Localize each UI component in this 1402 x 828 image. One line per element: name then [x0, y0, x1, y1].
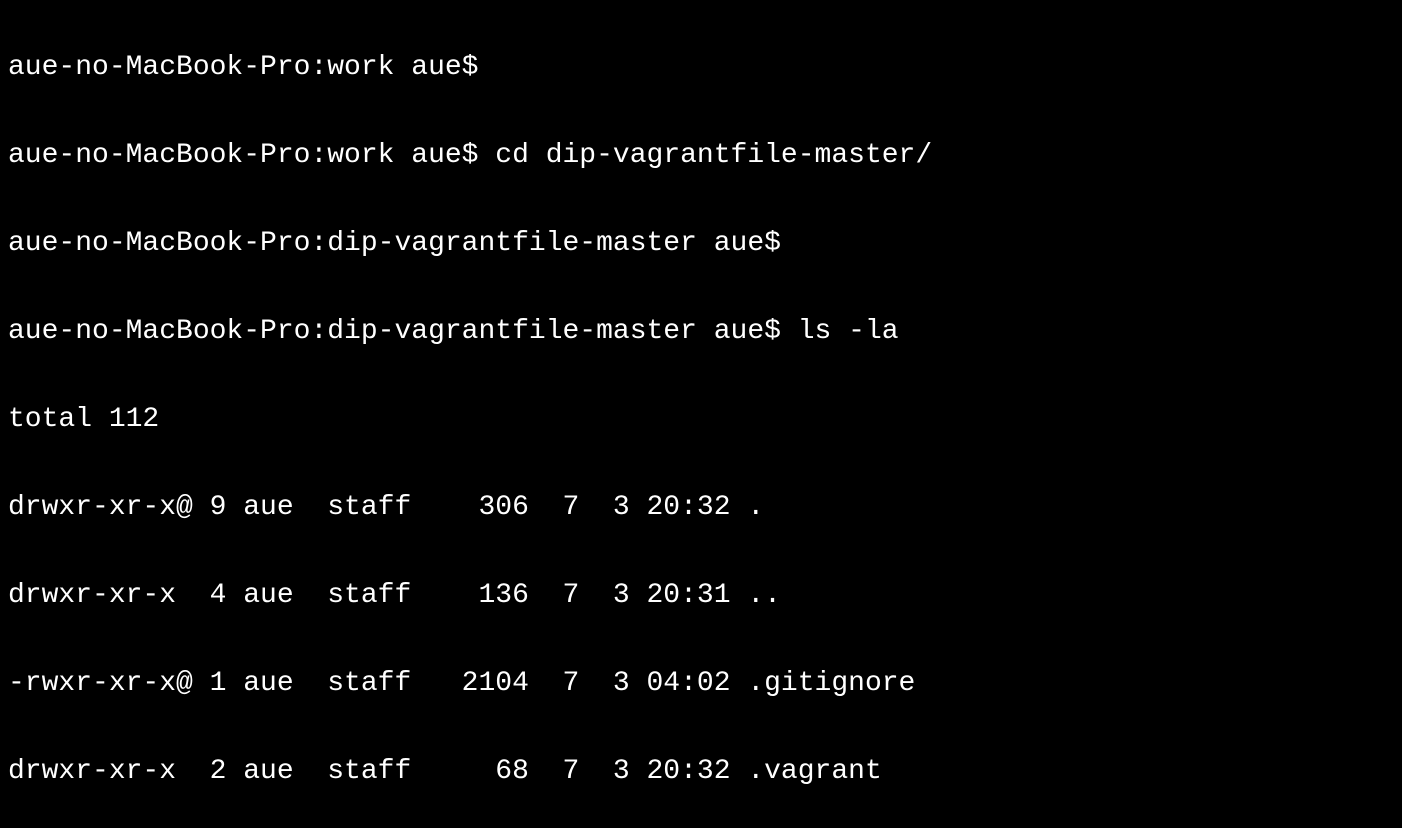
ls-total: total 112 [8, 398, 1394, 442]
prompt-line-3: aue-no-MacBook-Pro:dip-vagrantfile-maste… [8, 222, 1394, 266]
ls-entry: drwxr-xr-x 4 aue staff 136 7 3 20:31 .. [8, 574, 1394, 618]
prompt-line-4: aue-no-MacBook-Pro:dip-vagrantfile-maste… [8, 310, 1394, 354]
shell-prompt: aue-no-MacBook-Pro:dip-vagrantfile-maste… [8, 316, 781, 347]
prompt-line-2: aue-no-MacBook-Pro:work aue$ cd dip-vagr… [8, 134, 1394, 178]
shell-prompt: aue-no-MacBook-Pro:work aue$ [8, 140, 478, 171]
typed-command-cd: cd dip-vagrantfile-master/ [478, 140, 932, 171]
shell-prompt: aue-no-MacBook-Pro:dip-vagrantfile-maste… [8, 228, 781, 259]
ls-entry: -rwxr-xr-x@ 1 aue staff 2104 7 3 04:02 .… [8, 662, 1394, 706]
ls-entry: drwxr-xr-x@ 9 aue staff 306 7 3 20:32 . [8, 486, 1394, 530]
ls-entry: drwxr-xr-x 2 aue staff 68 7 3 20:32 .vag… [8, 750, 1394, 794]
prompt-line-1: aue-no-MacBook-Pro:work aue$ [8, 46, 1394, 90]
terminal[interactable]: aue-no-MacBook-Pro:work aue$ aue-no-MacB… [0, 0, 1402, 828]
typed-command-ls: ls -la [781, 316, 899, 347]
shell-prompt: aue-no-MacBook-Pro:work aue$ [8, 52, 478, 83]
